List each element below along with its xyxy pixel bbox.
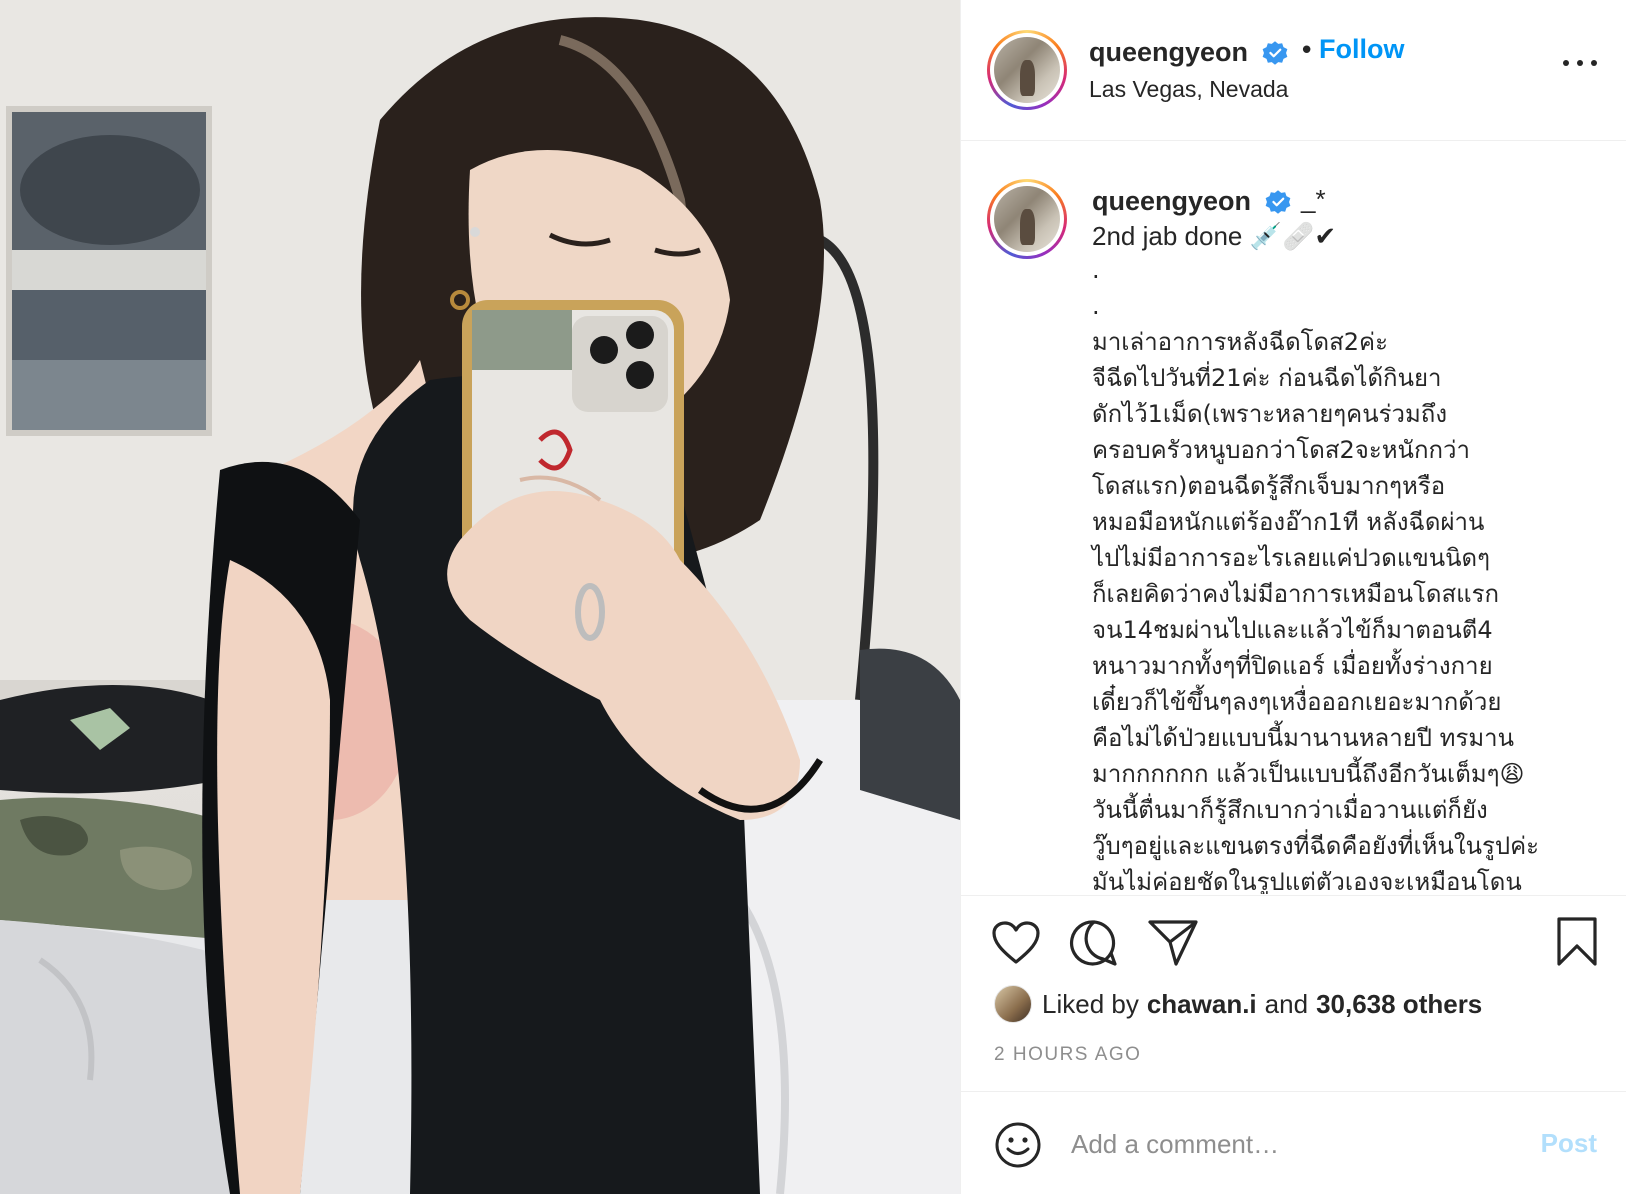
post-detail-panel: queengyeon • Follow Las Vegas, Nevada qu…	[960, 0, 1626, 1194]
post-location[interactable]: Las Vegas, Nevada	[1089, 76, 1288, 103]
caption-line: หมอมือหนักแต่ร้องอ๊าก1ที หลังฉีดผ่าน	[1092, 508, 1485, 536]
caption-line: โดสแรก)ตอนฉีดรู้สึกเจ็บมากๆหรือ	[1092, 472, 1446, 500]
heart-icon[interactable]	[991, 920, 1041, 966]
caption-line: เดี๋ยวก็ไข้ขึ้นๆลงๆเหงื่อออกเยอะมากด้วย	[1092, 688, 1502, 716]
post-timestamp[interactable]: 2 HOURS AGO	[994, 1044, 1141, 1066]
caption-line: คือไม่ได้ป่วยแบบนี้มานานหลายปี ทรมาน	[1092, 724, 1515, 752]
post-photo[interactable]	[0, 0, 960, 1194]
smiley-icon[interactable]	[993, 1120, 1043, 1170]
caption-line: ไปไม่มีอาการอะไรเลยแค่ปวดแขนนิดๆ	[1092, 544, 1491, 572]
caption-line: จน14ชมผ่านไปและแล้วไข้ก็มาตอนตี4	[1092, 616, 1493, 644]
likes-prefix: Liked by	[1042, 988, 1139, 1019]
caption-line: มาเล่าอาการหลังฉีดโดส2ค่ะ	[1092, 328, 1388, 356]
caption-body: . . มาเล่าอาการหลังฉีดโดส2ค่ะ จีฉีดไปวัน…	[1092, 252, 1612, 894]
likes-summary: Liked by chawan.i and 30,638 others	[994, 984, 1482, 1024]
liker-username[interactable]: chawan.i	[1147, 989, 1257, 1020]
verified-badge-icon	[1265, 190, 1291, 214]
likes-count[interactable]: 30,638 others	[1316, 989, 1482, 1020]
likes-conjunction: and	[1264, 988, 1309, 1019]
caption-line: วู๊บๆอยู่และแขนตรงที่ฉีดคือยังที่เห็นในร…	[1092, 832, 1540, 860]
follow-button[interactable]: Follow	[1319, 34, 1404, 65]
caption-line: มันไม่ค่อยชัดในรูปแต่ตัวเองจะเหมือนโดน	[1092, 868, 1522, 894]
caption-line: หนาวมากทั้งๆที่ปิดแอร์ เมื่อยทั้งร่างกาย	[1092, 652, 1493, 680]
caption-username[interactable]: queengyeon	[1092, 186, 1251, 217]
post-actions: Liked by chawan.i and 30,638 others 2 HO…	[961, 895, 1626, 1095]
caption-section: queengyeon _* 2nd jab done 💉🩹✔ . . มาเล่…	[961, 142, 1626, 894]
liker-avatar[interactable]	[994, 985, 1032, 1023]
caption-line: .	[1092, 292, 1100, 320]
verified-badge-icon	[1262, 41, 1288, 65]
post-header: queengyeon • Follow Las Vegas, Nevada	[961, 0, 1626, 141]
comment-bar: Post	[961, 1091, 1626, 1194]
comment-input[interactable]	[1071, 1122, 1491, 1166]
caption-line: ดักไว้1เม็ด(เพราะหลายๆคนร่วมถึง	[1092, 400, 1448, 428]
more-options-icon[interactable]	[1563, 56, 1597, 70]
author-avatar[interactable]	[987, 30, 1067, 110]
comment-icon[interactable]	[1069, 918, 1119, 968]
caption-line: .	[1092, 256, 1100, 284]
bookmark-icon[interactable]	[1555, 916, 1599, 968]
caption-avatar[interactable]	[987, 179, 1067, 259]
caption-line: จีฉีดไปวันที่21ค่ะ ก่อนฉีดได้กินยา	[1092, 364, 1442, 392]
caption-title: 2nd jab done 💉🩹✔	[1092, 221, 1337, 251]
paper-plane-icon[interactable]	[1147, 918, 1199, 968]
caption-line: ก็เลยคิดว่าคงไม่มีอาการเหมือนโดสแรก	[1092, 580, 1500, 608]
caption-tag-suffix: _*	[1301, 184, 1326, 214]
post-comment-button[interactable]: Post	[1541, 1128, 1597, 1159]
author-username[interactable]: queengyeon	[1089, 37, 1248, 68]
caption-line: มากกกกกก แล้วเป็นแบบนี้ถึงอีกวันเต็มๆ😩	[1092, 760, 1525, 788]
follow-separator: •	[1299, 36, 1315, 66]
caption-line: ครอบครัวหนูบอกว่าโดส2จะหนักกว่า	[1092, 436, 1470, 464]
caption-line: วันนี้ตื่นมาก็รู้สึกเบากว่าเมื่อวานแต่ก็…	[1092, 796, 1488, 824]
